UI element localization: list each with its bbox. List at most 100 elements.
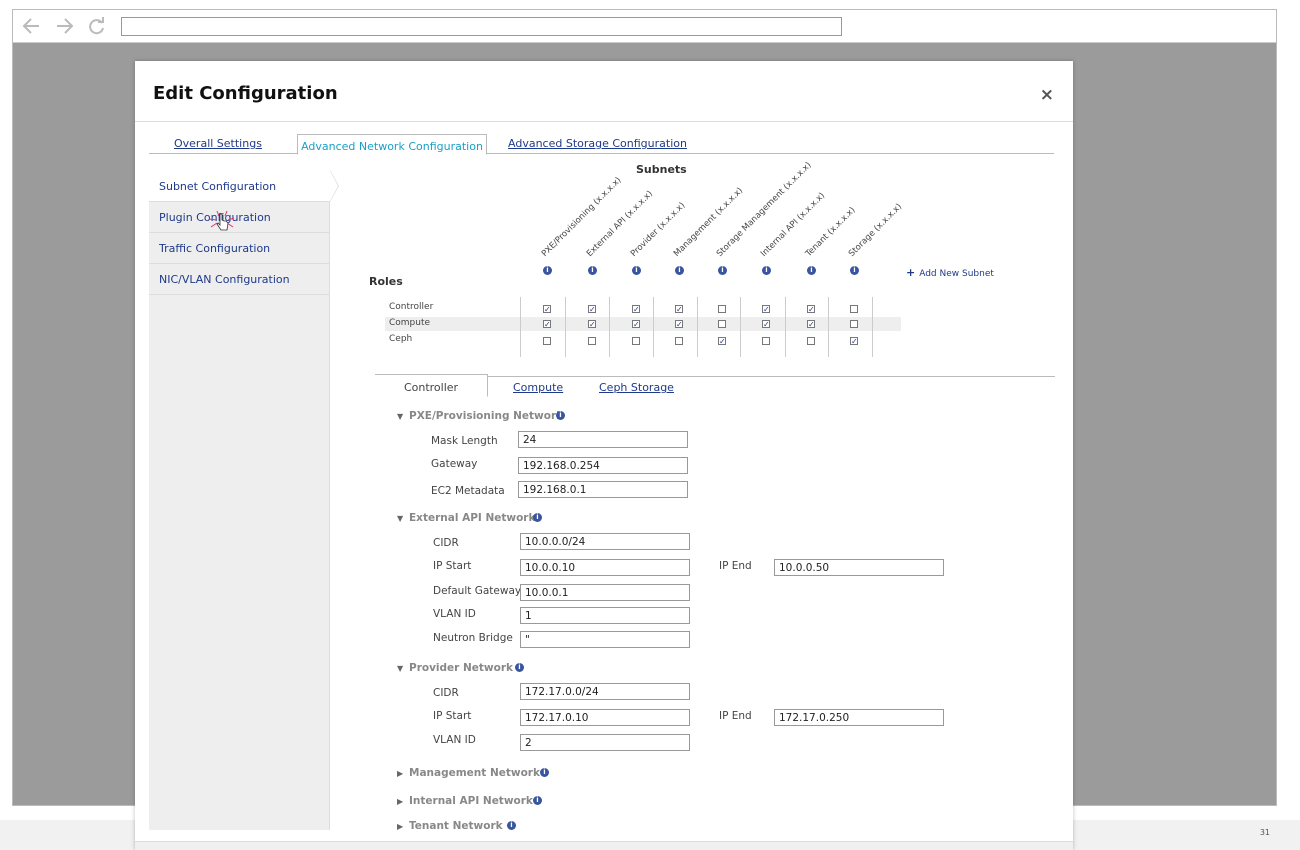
checkbox-controller-management[interactable]: ✓ — [675, 305, 683, 314]
checkbox-controller-internal-api[interactable]: ✓ — [762, 305, 770, 314]
column-separator — [740, 297, 741, 357]
mask-length-label: Mask Length — [431, 435, 498, 447]
nav-item-subnet-configuration[interactable]: Subnet Configuration — [149, 170, 339, 202]
tab-ceph-storage[interactable]: Ceph Storage — [599, 381, 674, 394]
expanded-triangle-icon: ▼ — [397, 412, 404, 421]
checkbox-ceph-internal-api[interactable] — [762, 337, 770, 345]
ip-end-label: IP End — [719, 560, 752, 572]
nav-item-traffic-configuration[interactable]: Traffic Configuration — [149, 233, 330, 264]
default-gateway-field[interactable] — [520, 584, 690, 601]
nav-item-plugin-configuration[interactable]: Plugin Configuration — [149, 202, 330, 233]
roles-title: Roles — [369, 275, 403, 288]
checkbox-ceph-management[interactable] — [675, 337, 683, 345]
section-management-network[interactable]: ▶ Management Network — [397, 767, 540, 779]
section-pxe-provisioning-network[interactable]: ▼ PXE/Provisioning Network — [397, 410, 563, 422]
checkbox-controller-storage[interactable] — [850, 305, 858, 313]
checkbox-controller-provider[interactable]: ✓ — [632, 305, 640, 314]
column-separator — [785, 297, 786, 357]
nav-item-nic-vlan-configuration[interactable]: NIC/VLAN Configuration — [149, 264, 330, 295]
add-new-subnet-button[interactable]: + Add New Subnet — [906, 266, 994, 279]
checkbox-compute-storage-management[interactable] — [718, 320, 726, 328]
tab-overall-settings[interactable]: Overall Settings — [174, 137, 262, 150]
ip-end-label: IP End — [719, 710, 752, 722]
info-icon[interactable]: i — [850, 266, 859, 275]
checkbox-ceph-pxe-provisioning[interactable] — [543, 337, 551, 345]
tab-compute[interactable]: Compute — [513, 381, 563, 394]
checkbox-controller-tenant[interactable]: ✓ — [807, 305, 815, 314]
info-icon[interactable]: i — [533, 513, 542, 522]
compute-row-highlight — [385, 317, 901, 331]
info-icon[interactable]: i — [515, 663, 524, 672]
forward-arrow-icon[interactable] — [53, 16, 75, 36]
checkbox-compute-management[interactable]: ✓ — [675, 320, 683, 329]
column-separator — [828, 297, 829, 357]
title-divider — [135, 121, 1073, 122]
ip-start-field[interactable] — [520, 709, 690, 726]
mask-length-field[interactable] — [518, 431, 688, 448]
info-icon[interactable]: i — [533, 796, 542, 805]
add-new-subnet-label: Add New Subnet — [919, 269, 994, 279]
ip-end-field[interactable] — [774, 559, 944, 576]
checkbox-compute-internal-api[interactable]: ✓ — [762, 320, 770, 329]
cidr-field[interactable] — [520, 683, 690, 700]
vlan-id-field[interactable] — [520, 734, 690, 751]
section-provider-network[interactable]: ▼ Provider Network — [397, 662, 513, 674]
info-icon[interactable]: i — [718, 266, 727, 275]
vlan-id-field[interactable] — [520, 607, 690, 624]
subnet-column-management: Management (x.x.x.x) — [671, 185, 746, 259]
tab-advanced-storage-configuration[interactable]: Advanced Storage Configuration — [508, 137, 687, 150]
info-icon[interactable]: i — [540, 768, 549, 777]
default-gateway-label: Default Gateway — [433, 585, 522, 597]
edit-configuration-modal: Edit Configuration × Overall Settings Ad… — [135, 61, 1073, 850]
ec2-metadata-field[interactable] — [518, 481, 688, 498]
section-external-api-network[interactable]: ▼ External API Network — [397, 512, 535, 524]
close-icon[interactable]: × — [1040, 85, 1054, 105]
reload-icon[interactable] — [86, 16, 108, 36]
role-label-compute: Compute — [389, 318, 431, 328]
checkbox-ceph-provider[interactable] — [632, 337, 640, 345]
section-internal-api-network[interactable]: ▶ Internal API Network — [397, 795, 533, 807]
info-icon[interactable]: i — [588, 266, 597, 275]
info-icon[interactable]: i — [543, 266, 552, 275]
cidr-field[interactable] — [520, 533, 690, 550]
column-separator — [609, 297, 610, 357]
section-title: External API Network — [409, 512, 536, 524]
modal-footer — [135, 841, 1073, 850]
info-icon[interactable]: i — [507, 821, 516, 830]
info-icon[interactable]: i — [632, 266, 641, 275]
role-label-controller: Controller — [389, 302, 434, 312]
checkbox-compute-pxe-provisioning[interactable]: ✓ — [543, 320, 551, 329]
tab-controller[interactable]: Controller — [375, 374, 488, 397]
checkbox-ceph-tenant[interactable] — [807, 337, 815, 345]
collapsed-triangle-icon: ▶ — [397, 769, 404, 778]
checkbox-compute-provider[interactable]: ✓ — [632, 320, 640, 329]
neutron-bridge-field[interactable] — [520, 631, 690, 648]
checkbox-ceph-storage[interactable]: ✓ — [850, 337, 858, 346]
hand-cursor-icon — [207, 209, 237, 233]
tab-advanced-network-configuration[interactable]: Advanced Network Configuration — [297, 134, 487, 155]
checkbox-controller-pxe-provisioning[interactable]: ✓ — [543, 305, 551, 314]
tab-label: Controller — [403, 381, 459, 394]
checkbox-compute-tenant[interactable]: ✓ — [807, 320, 815, 329]
column-separator — [872, 297, 873, 357]
back-arrow-icon[interactable] — [21, 16, 43, 36]
neutron-bridge-label: Neutron Bridge — [433, 632, 513, 644]
section-title: Tenant Network — [409, 820, 503, 832]
url-bar[interactable] — [121, 17, 842, 36]
ip-end-field[interactable] — [774, 709, 944, 726]
checkbox-compute-external-api[interactable]: ✓ — [588, 320, 596, 329]
info-icon[interactable]: i — [675, 266, 684, 275]
column-separator — [520, 297, 521, 357]
info-icon[interactable]: i — [762, 266, 771, 275]
checkbox-ceph-storage-management[interactable]: ✓ — [718, 337, 726, 346]
checkbox-controller-storage-management[interactable] — [718, 305, 726, 313]
checkbox-controller-external-api[interactable]: ✓ — [588, 305, 596, 314]
section-tenant-network[interactable]: ▶ Tenant Network — [397, 820, 503, 832]
ip-start-field[interactable] — [520, 559, 690, 576]
gateway-field[interactable] — [518, 457, 688, 474]
checkbox-compute-storage[interactable] — [850, 320, 858, 328]
plus-icon: + — [906, 266, 916, 279]
info-icon[interactable]: i — [556, 411, 565, 420]
info-icon[interactable]: i — [807, 266, 816, 275]
checkbox-ceph-external-api[interactable] — [588, 337, 596, 345]
